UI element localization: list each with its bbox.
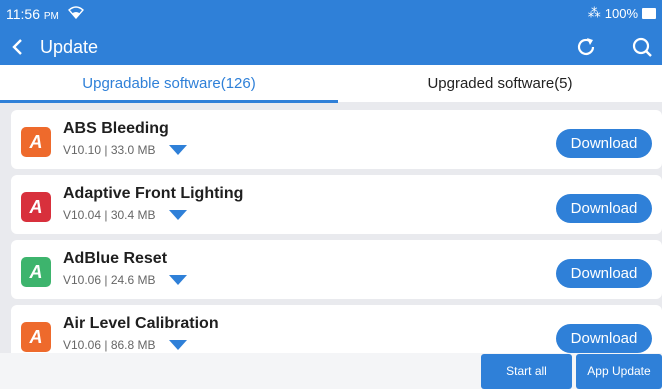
download-button[interactable]: Download: [556, 129, 652, 158]
list-item[interactable]: A AdBlue Reset V10.06 | 24.6 MB Download: [11, 240, 662, 299]
app-update-button[interactable]: App Update: [576, 354, 662, 389]
tab-upgraded[interactable]: Upgraded software(5): [338, 65, 662, 102]
app-icon: A: [21, 192, 51, 222]
app-icon: A: [21, 127, 51, 157]
title-bar: Update: [0, 29, 662, 65]
status-bar: 11:56 PM ⁂ 100%: [0, 0, 662, 29]
clock: 11:56 PM: [6, 6, 59, 22]
status-right: ⁂ 100%: [588, 5, 656, 21]
app-icon: A: [21, 257, 51, 287]
list-item[interactable]: A Adaptive Front Lighting V10.04 | 30.4 …: [11, 175, 662, 234]
battery-level: 100%: [604, 5, 638, 21]
software-version: V10.10 | 33.0 MB: [63, 143, 156, 157]
battery-icon: [642, 7, 656, 19]
software-list[interactable]: A ABS Bleeding V10.10 | 33.0 MB Download…: [0, 103, 662, 353]
app-icon: A: [21, 322, 51, 352]
software-version: V10.04 | 30.4 MB: [63, 208, 156, 222]
software-name: AdBlue Reset: [63, 250, 168, 267]
download-button[interactable]: Download: [556, 324, 652, 353]
software-name: ABS Bleeding: [63, 120, 169, 137]
download-button[interactable]: Download: [556, 259, 652, 288]
page-title: Update: [40, 37, 99, 57]
expand-caret-icon[interactable]: [169, 210, 187, 220]
refresh-icon[interactable]: [574, 35, 598, 59]
tab-upgradable[interactable]: Upgradable software(126): [0, 65, 338, 102]
wifi-icon: [68, 6, 84, 19]
software-name: Air Level Calibration: [63, 315, 219, 332]
software-version: V10.06 | 24.6 MB: [63, 273, 156, 287]
expand-caret-icon[interactable]: [169, 340, 187, 350]
back-arrow-icon[interactable]: [8, 36, 28, 58]
list-item[interactable]: A ABS Bleeding V10.10 | 33.0 MB Download: [11, 110, 662, 169]
expand-caret-icon[interactable]: [169, 145, 187, 155]
bluetooth-icon: ⁂: [587, 5, 601, 20]
list-item[interactable]: A Air Level Calibration V10.06 | 86.8 MB…: [11, 305, 662, 353]
software-version: V10.06 | 86.8 MB: [63, 338, 156, 352]
download-button[interactable]: Download: [556, 194, 652, 223]
tab-bar: Upgradable software(126) Upgraded softwa…: [0, 65, 662, 102]
start-all-button[interactable]: Start all: [481, 354, 572, 389]
bottom-action-bar: Start all App Update: [0, 353, 662, 389]
expand-caret-icon[interactable]: [169, 275, 187, 285]
software-name: Adaptive Front Lighting: [63, 185, 244, 202]
search-icon[interactable]: [630, 35, 654, 59]
